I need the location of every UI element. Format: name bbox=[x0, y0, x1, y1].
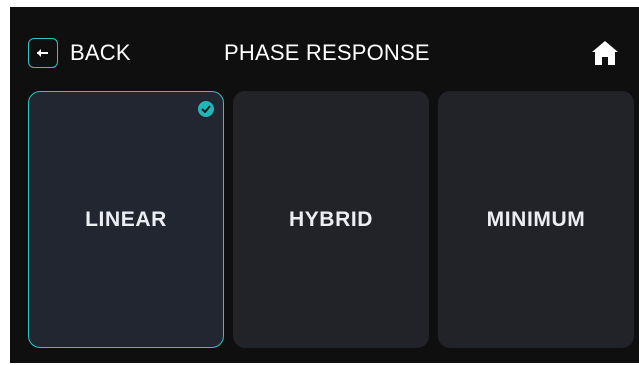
phase-response-screen: BACK PHASE RESPONSE LINEAR HYBRID MINIMU… bbox=[10, 7, 639, 363]
arrow-left-icon bbox=[28, 38, 58, 68]
home-button[interactable] bbox=[588, 38, 622, 72]
page-title: PHASE RESPONSE bbox=[224, 40, 430, 65]
option-hybrid[interactable]: HYBRID bbox=[233, 91, 429, 348]
option-minimum[interactable]: MINIMUM bbox=[438, 91, 634, 348]
back-label: BACK bbox=[70, 40, 131, 65]
option-linear[interactable]: LINEAR bbox=[28, 91, 224, 348]
option-label: HYBRID bbox=[288, 207, 374, 231]
back-button[interactable]: BACK bbox=[28, 38, 131, 68]
option-label: MINIMUM bbox=[486, 207, 586, 231]
option-label: LINEAR bbox=[85, 207, 167, 231]
home-icon bbox=[590, 38, 620, 73]
check-icon bbox=[198, 101, 214, 117]
